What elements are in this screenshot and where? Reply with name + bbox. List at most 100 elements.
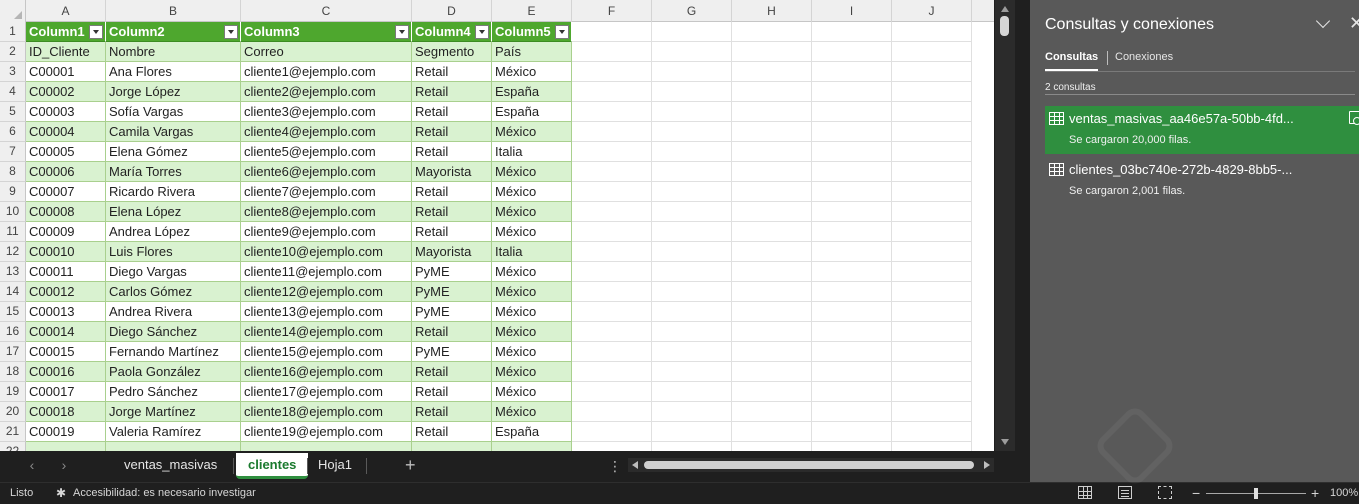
sheet-tab-ventas-masivas[interactable]: ventas_masivas: [112, 453, 229, 477]
add-sheet-button[interactable]: +: [405, 453, 416, 477]
cell[interactable]: cliente10@ejemplo.com: [241, 242, 412, 262]
cell[interactable]: [652, 42, 732, 62]
cell[interactable]: [812, 322, 892, 342]
cell[interactable]: [892, 322, 972, 342]
row-number[interactable]: 6: [0, 122, 26, 142]
row-number[interactable]: 12: [0, 242, 26, 262]
horizontal-scrollbar[interactable]: [628, 458, 994, 472]
cell[interactable]: Mayorista: [412, 162, 492, 182]
cell[interactable]: Retail: [412, 402, 492, 422]
sheet-tab-hoja1[interactable]: Hoja1: [306, 453, 364, 477]
cell[interactable]: Ana Flores: [106, 62, 241, 82]
cell[interactable]: Elena Gómez: [106, 142, 241, 162]
cell[interactable]: Retail: [412, 222, 492, 242]
cell[interactable]: C00015: [26, 342, 106, 362]
cell[interactable]: México: [492, 322, 572, 342]
cell[interactable]: [892, 22, 972, 42]
cell[interactable]: [106, 442, 241, 451]
cell[interactable]: Retail: [412, 102, 492, 122]
cell[interactable]: [732, 402, 812, 422]
cell[interactable]: México: [492, 62, 572, 82]
cell[interactable]: [892, 142, 972, 162]
cell[interactable]: Jorge Martínez: [106, 402, 241, 422]
horizontal-scroll-thumb[interactable]: [644, 461, 974, 469]
cell[interactable]: Andrea Rivera: [106, 302, 241, 322]
cell[interactable]: cliente4@ejemplo.com: [241, 122, 412, 142]
cell[interactable]: C00019: [26, 422, 106, 442]
refresh-status-icon[interactable]: [1349, 111, 1359, 125]
cell[interactable]: cliente7@ejemplo.com: [241, 182, 412, 202]
row-number[interactable]: 2: [0, 42, 26, 62]
cell[interactable]: Italia: [492, 242, 572, 262]
row-number[interactable]: 8: [0, 162, 26, 182]
cell[interactable]: [892, 222, 972, 242]
cell[interactable]: [812, 242, 892, 262]
tab-conexiones[interactable]: Conexiones: [1115, 51, 1173, 63]
filter-dropdown-icon[interactable]: [89, 25, 103, 39]
column-header[interactable]: I: [812, 0, 892, 22]
accessibility-status[interactable]: Accesibilidad: es necesario investigar: [73, 487, 256, 499]
cell[interactable]: México: [492, 402, 572, 422]
cell[interactable]: cliente5@ejemplo.com: [241, 142, 412, 162]
column-header[interactable]: A: [26, 0, 106, 22]
cell[interactable]: [572, 362, 652, 382]
cell[interactable]: [412, 442, 492, 451]
cell[interactable]: [812, 82, 892, 102]
cell[interactable]: Retail: [412, 62, 492, 82]
scroll-right-icon[interactable]: [984, 461, 990, 469]
cell[interactable]: C00010: [26, 242, 106, 262]
row-number[interactable]: 4: [0, 82, 26, 102]
column-header[interactable]: G: [652, 0, 732, 22]
row-number[interactable]: 16: [0, 322, 26, 342]
column-header[interactable]: J: [892, 0, 972, 22]
cell[interactable]: [732, 322, 812, 342]
cell[interactable]: Correo: [241, 42, 412, 62]
cell[interactable]: [812, 262, 892, 282]
cell[interactable]: [572, 302, 652, 322]
table-header-cell[interactable]: Column1: [26, 22, 106, 42]
cell[interactable]: [812, 142, 892, 162]
cell[interactable]: [732, 202, 812, 222]
cell[interactable]: [572, 402, 652, 422]
cell[interactable]: [812, 122, 892, 142]
cell[interactable]: [572, 182, 652, 202]
cell[interactable]: C00013: [26, 302, 106, 322]
cell[interactable]: México: [492, 182, 572, 202]
row-number[interactable]: 19: [0, 382, 26, 402]
row-number[interactable]: 3: [0, 62, 26, 82]
cell[interactable]: cliente12@ejemplo.com: [241, 282, 412, 302]
cell[interactable]: [732, 282, 812, 302]
cell[interactable]: [572, 62, 652, 82]
cell[interactable]: [812, 182, 892, 202]
cell[interactable]: [572, 382, 652, 402]
cell[interactable]: [892, 242, 972, 262]
cell[interactable]: [26, 442, 106, 451]
column-header[interactable]: C: [241, 0, 412, 22]
cell[interactable]: C00008: [26, 202, 106, 222]
zoom-out-icon[interactable]: −: [1192, 485, 1200, 501]
row-number[interactable]: 5: [0, 102, 26, 122]
filter-dropdown-icon[interactable]: [395, 25, 409, 39]
cell[interactable]: México: [492, 342, 572, 362]
cell[interactable]: [652, 242, 732, 262]
zoom-slider-knob[interactable]: [1254, 488, 1258, 499]
cell[interactable]: [892, 102, 972, 122]
column-header[interactable]: H: [732, 0, 812, 22]
filter-dropdown-icon[interactable]: [475, 25, 489, 39]
cell[interactable]: México: [492, 302, 572, 322]
cell[interactable]: C00011: [26, 262, 106, 282]
zoom-slider[interactable]: [1206, 488, 1306, 499]
cell[interactable]: Elena López: [106, 202, 241, 222]
cell[interactable]: Retail: [412, 322, 492, 342]
row-number[interactable]: 11: [0, 222, 26, 242]
accessibility-icon[interactable]: ✱: [56, 486, 70, 500]
cell[interactable]: [732, 362, 812, 382]
cell[interactable]: [892, 122, 972, 142]
cell[interactable]: Jorge López: [106, 82, 241, 102]
cell[interactable]: [812, 442, 892, 451]
cell[interactable]: Retail: [412, 422, 492, 442]
cell[interactable]: [892, 162, 972, 182]
cell[interactable]: [572, 162, 652, 182]
cell[interactable]: [732, 182, 812, 202]
cell[interactable]: Valeria Ramírez: [106, 422, 241, 442]
